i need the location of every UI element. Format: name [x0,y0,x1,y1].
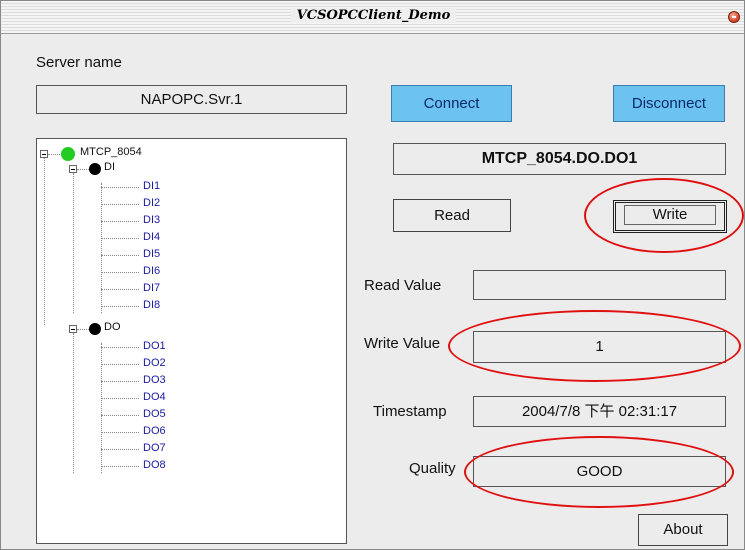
tree-group-label[interactable]: DI [104,161,115,173]
close-icon[interactable] [728,11,740,23]
tree-item[interactable]: DI6 [143,265,160,277]
tree-connector [73,173,74,313]
server-status-icon [61,147,75,161]
tree-connector [101,183,102,313]
tree-item[interactable]: DO4 [143,391,166,403]
collapse-icon[interactable] [69,325,77,333]
write-button-highlight [584,178,744,253]
tag-tree[interactable]: MTCP_8054 DI DO DI1 DI2 DI3 DI4 DI5 DI6 … [36,138,347,544]
title-bar[interactable]: VCSOPCClient_Demo [1,1,744,34]
tree-item[interactable]: DO2 [143,357,166,369]
quality-label: Quality [409,460,456,477]
tree-item[interactable]: DI8 [143,299,160,311]
tree-item[interactable]: DI5 [143,248,160,260]
server-name-label: Server name [36,54,122,71]
app-window: VCSOPCClient_Demo Server name NAPOPC.Svr… [0,0,745,550]
timestamp-field: 2004/7/8 下午 02:31:17 [473,396,726,427]
tree-item[interactable]: DI2 [143,197,160,209]
tree-root-label[interactable]: MTCP_8054 [80,146,142,158]
tree-item[interactable]: DO7 [143,442,166,454]
group-node-icon [89,163,101,175]
tree-item[interactable]: DO3 [143,374,166,386]
collapse-icon[interactable] [40,150,48,158]
selected-tag-field: MTCP_8054.DO.DO1 [393,143,726,175]
collapse-icon[interactable] [69,165,77,173]
timestamp-label: Timestamp [373,403,447,420]
quality-highlight [464,436,734,508]
write-value-label: Write Value [364,335,441,352]
tree-item[interactable]: DO1 [143,340,166,352]
read-button[interactable]: Read [393,199,511,232]
tree-item[interactable]: DO5 [143,408,166,420]
tree-group-label[interactable]: DO [104,321,121,333]
connect-button[interactable]: Connect [391,85,512,122]
about-button[interactable]: About [638,514,728,546]
disconnect-button[interactable]: Disconnect [613,85,725,122]
read-value-field[interactable] [473,270,726,300]
write-value-highlight [448,310,741,382]
tree-item[interactable]: DO6 [143,425,166,437]
tree-item[interactable]: DO8 [143,459,166,471]
tree-connector [101,343,102,473]
tree-item[interactable]: DI7 [143,282,160,294]
read-value-label: Read Value [364,277,442,294]
tree-item[interactable]: DI4 [143,231,160,243]
tree-connector [73,333,74,473]
window-title: VCSOPCClient_Demo [290,8,457,23]
tree-item[interactable]: DI3 [143,214,160,226]
tree-connector [44,153,45,325]
group-node-icon [89,323,101,335]
tree-item[interactable]: DI1 [143,180,160,192]
server-name-field[interactable]: NAPOPC.Svr.1 [36,85,347,114]
